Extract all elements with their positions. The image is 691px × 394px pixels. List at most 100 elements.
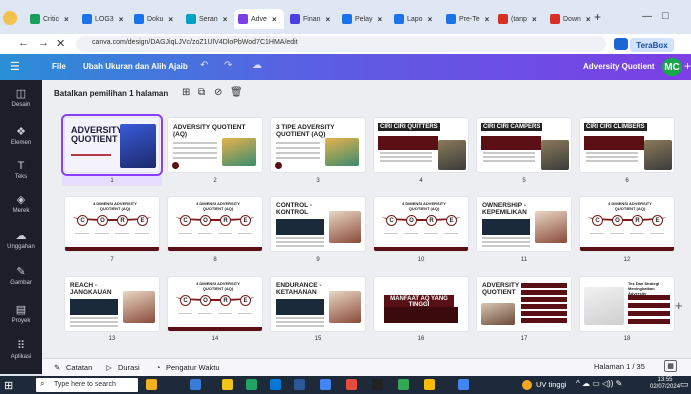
close-tab-icon[interactable]: × — [485, 15, 490, 24]
slide-number[interactable]: 6 — [621, 176, 633, 186]
notification-icon[interactable]: ▭ — [680, 379, 689, 390]
weather-icon[interactable] — [522, 380, 532, 390]
taskbar-app-icon[interactable] — [424, 379, 435, 390]
browser-tab[interactable]: Pre-Te × — [442, 9, 492, 29]
grid-view-icon[interactable]: ▦ — [664, 360, 677, 372]
slide-thumbnail[interactable]: ADVERSITY QUOTIENT — [61, 114, 163, 176]
taskbar-app-icon[interactable] — [372, 379, 383, 390]
close-tab-icon[interactable]: × — [168, 15, 173, 24]
system-tray-icons[interactable]: ^ ☁ ▭ ◁)) ✎ — [576, 379, 622, 388]
menu-icon[interactable]: ☰ — [10, 60, 20, 73]
page-count[interactable]: Halaman 1 / 35 — [594, 362, 645, 371]
slide-number[interactable]: 14 — [209, 334, 221, 344]
sidebar-item-gambar[interactable]: ✎ Gambar — [0, 266, 42, 286]
clock[interactable]: 13:55 02/07/2024 — [650, 377, 680, 391]
slide-thumbnail[interactable]: 3 TIPE ADVERSITY QUOTIENT (AQ) — [271, 118, 365, 172]
slide-thumbnail[interactable]: 4 DIMENSI ADVERSITY QUOTIENT (AQ) C O R E — [168, 277, 262, 331]
hide-icon[interactable]: ⊘ — [214, 87, 222, 98]
timer-icon[interactable]: ◔ — [156, 363, 161, 372]
close-tab-icon[interactable]: × — [272, 15, 277, 24]
browser-tab[interactable]: Adve × — [234, 9, 284, 29]
slide-number[interactable]: 18 — [621, 334, 633, 344]
close-tab-icon[interactable]: × — [326, 15, 331, 24]
slide-thumbnail[interactable]: ENDURANCE - KETAHANAN — [271, 277, 365, 331]
forward-icon[interactable]: → — [38, 37, 49, 49]
sidebar-item-merek[interactable]: ◈ Merek — [0, 194, 42, 214]
browser-tab[interactable]: Doku × — [130, 9, 180, 29]
browser-tab[interactable]: Finan × — [286, 9, 336, 29]
notes-icon[interactable]: ✎ — [54, 363, 60, 372]
slide-thumbnail[interactable]: 4 DIMENSI ADVERSITY QUOTIENT (AQ) C O R E — [65, 197, 159, 251]
undo-icon[interactable]: ↶ — [200, 60, 208, 71]
add-page-icon[interactable]: ⊞ — [182, 87, 190, 98]
slide-number[interactable]: 2 — [209, 176, 221, 186]
browser-tab[interactable]: Seran × — [182, 9, 232, 29]
slide-number[interactable]: 5 — [518, 176, 530, 186]
url-text[interactable]: canva.com/design/DAGJiqLJVc/zoZ1UlV4DloP… — [92, 39, 298, 46]
stop-icon[interactable]: ✕ — [56, 37, 65, 50]
duration-icon[interactable]: ▷ — [106, 363, 112, 372]
browser-tab[interactable]: Down × — [546, 9, 596, 29]
slide-number[interactable]: 13 — [106, 334, 118, 344]
notes-button[interactable]: Catatan — [66, 363, 92, 372]
slide-thumbnail[interactable]: CONTROL - KONTROL — [271, 197, 365, 251]
taskbar-app-icon[interactable] — [270, 379, 281, 390]
slide-number[interactable]: 7 — [106, 255, 118, 265]
slide-number[interactable]: 11 — [518, 255, 530, 265]
slide-thumbnail[interactable]: MANFAAT AQ YANG TINGGI — [374, 277, 468, 331]
slide-number[interactable]: 8 — [209, 255, 221, 265]
deselect-page-label[interactable]: Batalkan pemilihan 1 halaman — [54, 89, 168, 98]
slide-number[interactable]: 10 — [415, 255, 427, 265]
taskbar-search-input[interactable]: Type here to search — [36, 378, 138, 392]
add-page-button[interactable]: + — [675, 298, 683, 313]
redo-icon[interactable]: ↷ — [224, 60, 232, 71]
chrome-icon[interactable] — [320, 379, 331, 390]
close-tab-icon[interactable]: × — [223, 15, 228, 24]
sidebar-item-aplikasi[interactable]: ⠿ Aplikasi — [0, 340, 42, 360]
taskbar-app-icon[interactable] — [398, 379, 409, 390]
close-tab-icon[interactable]: × — [64, 15, 69, 24]
browser-tab[interactable]: Critic × — [26, 9, 76, 29]
taskbar-app-icon[interactable] — [294, 379, 305, 390]
extension-icon[interactable] — [614, 38, 628, 50]
taskbar-app-icon[interactable] — [146, 379, 157, 390]
document-title[interactable]: Adversity Quotient — [583, 62, 655, 71]
sidebar-item-teks[interactable]: T Teks — [0, 160, 42, 180]
slide-thumbnail[interactable]: ADVERSITY QUOTIENT (AQ) — [168, 118, 262, 172]
close-tab-icon[interactable]: × — [378, 15, 383, 24]
slide-number[interactable]: 3 — [312, 176, 324, 186]
sidebar-item-proyek[interactable]: ▤ Proyek — [0, 304, 42, 324]
browser-profile-icon[interactable] — [3, 11, 17, 25]
file-menu-button[interactable]: File — [52, 62, 66, 71]
duration-button[interactable]: Durasi — [118, 363, 140, 372]
slide-number[interactable]: 12 — [621, 255, 633, 265]
close-tab-icon[interactable]: × — [532, 15, 537, 24]
slide-thumbnail[interactable]: 4 DIMENSI ADVERSITY QUOTIENT (AQ) C O R E — [580, 197, 674, 251]
taskbar-app-icon[interactable] — [346, 379, 357, 390]
cloud-save-icon[interactable]: ☁ — [252, 60, 262, 71]
sidebar-item-desain[interactable]: ◫ Desain — [0, 88, 42, 108]
slide-thumbnail[interactable]: 4 DIMENSI ADVERSITY QUOTIENT (AQ) C O R E — [374, 197, 468, 251]
slide-thumbnail[interactable]: CIRI CIRI CAMPERS — [477, 118, 571, 172]
slide-thumbnail[interactable]: OWNERSHIP - KEPEMILIKAN — [477, 197, 571, 251]
taskbar-app-icon[interactable] — [190, 379, 201, 390]
duplicate-icon[interactable]: ⧉ — [198, 87, 205, 98]
new-tab-button[interactable]: + — [594, 10, 601, 24]
taskbar-app-icon[interactable] — [458, 379, 469, 390]
slide-thumbnail[interactable]: CIRI CIRI CLIMBERS — [580, 118, 674, 172]
slide-thumbnail[interactable]: REACH - JANGKAUAN — [65, 277, 159, 331]
sidebar-item-elemen[interactable]: ❖ Elemen — [0, 126, 42, 146]
timer-button[interactable]: Pengatur Waktu — [166, 363, 220, 372]
slide-number[interactable]: 4 — [415, 176, 427, 186]
weather-text[interactable]: UV tinggi — [536, 380, 566, 389]
slide-number[interactable]: 1 — [62, 176, 162, 186]
add-collaborator-icon[interactable]: + — [684, 59, 691, 73]
start-icon[interactable]: ⊞ — [4, 379, 13, 392]
slide-number[interactable]: 17 — [518, 334, 530, 344]
avatar[interactable]: MC — [662, 58, 682, 76]
folder-icon[interactable] — [222, 379, 233, 390]
back-icon[interactable]: ← — [18, 37, 29, 49]
slide-thumbnail[interactable]: CIRI CIRI QUITTERS — [374, 118, 468, 172]
close-tab-icon[interactable]: × — [428, 15, 433, 24]
minimize-icon[interactable]: — — [642, 11, 652, 22]
